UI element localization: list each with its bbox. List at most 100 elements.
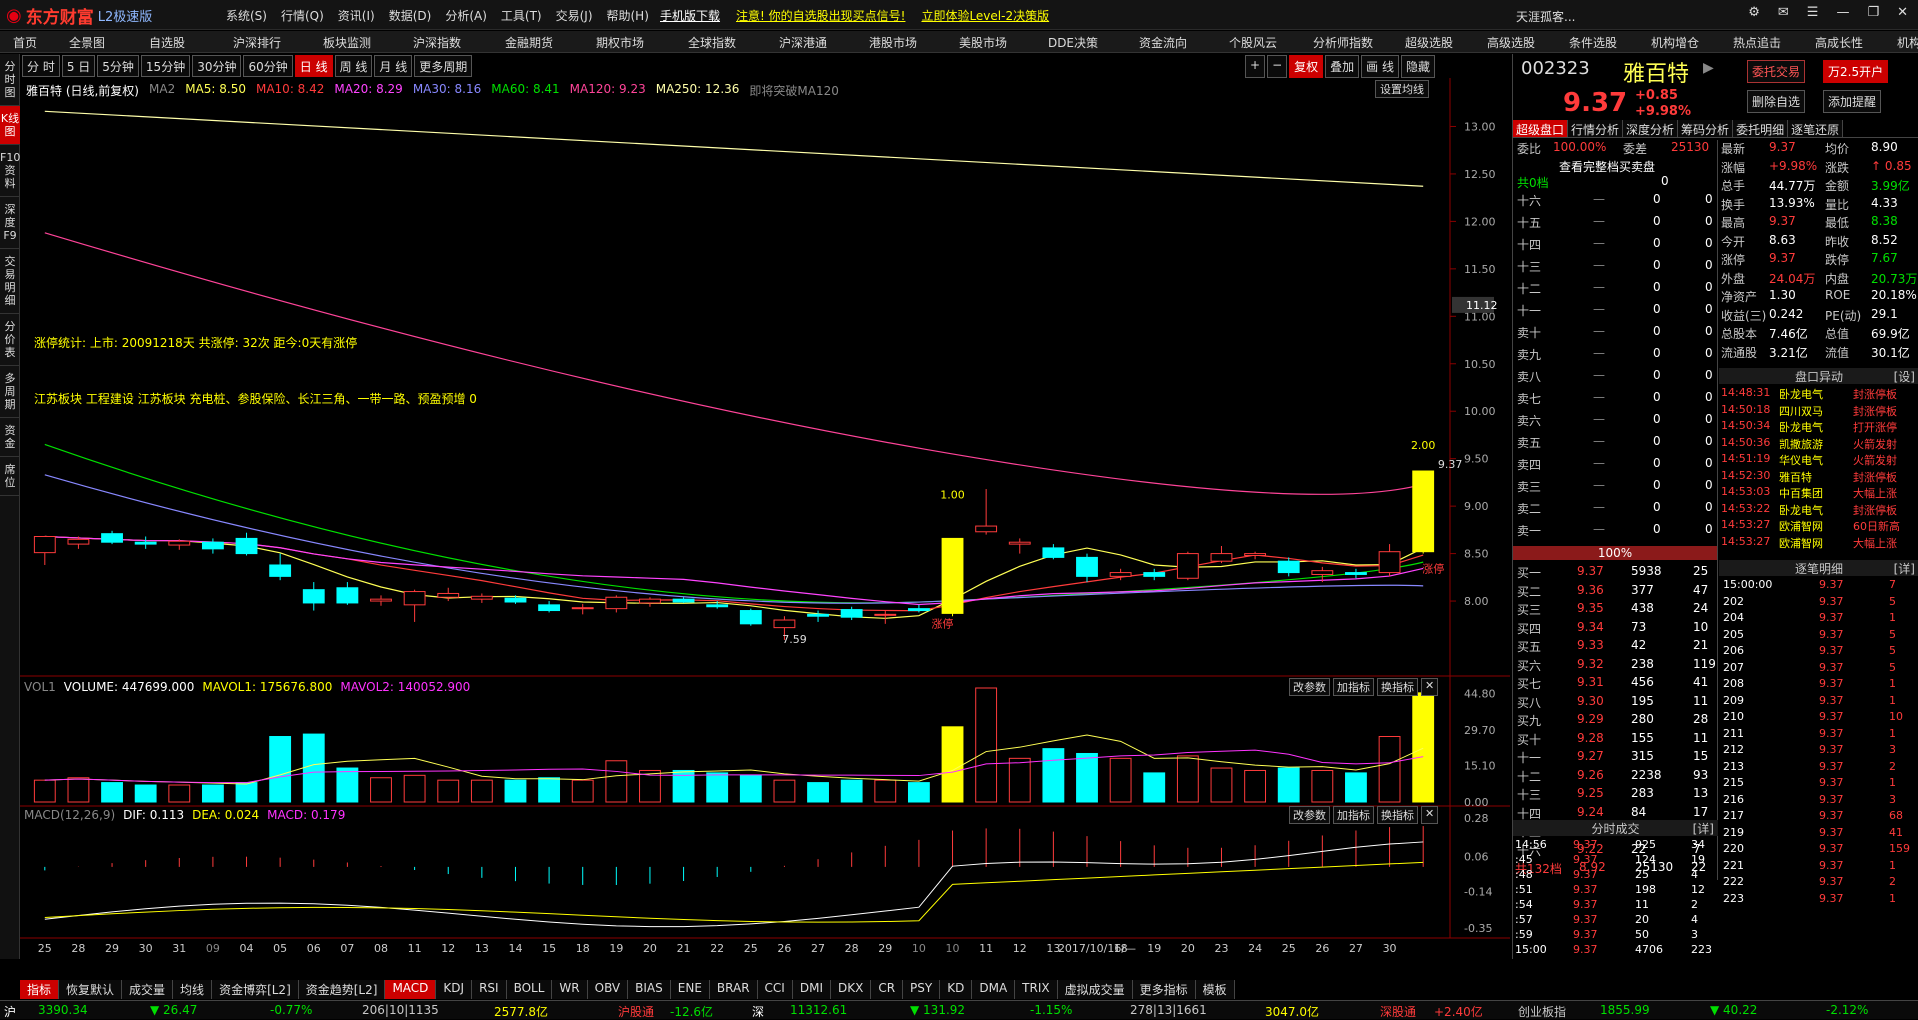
nav-item-5[interactable]: 沪深指数 <box>390 31 484 52</box>
nav-item-11[interactable]: 美股市场 <box>938 31 1028 52</box>
anomaly-settings-button[interactable]: [设] <box>1894 368 1915 385</box>
indicator-tab-23[interactable]: 虚拟成交量 <box>1057 980 1133 999</box>
indicator-tab-9[interactable]: BOLL <box>506 980 553 999</box>
mobile-download-link[interactable]: 手机版下载 <box>660 7 720 24</box>
nav-item-20[interactable]: 热点追击 <box>1716 31 1798 52</box>
macd-params-button[interactable]: 改参数 <box>1289 806 1330 824</box>
period-button-5[interactable]: 60分钟 <box>243 55 293 77</box>
tab-order-detail[interactable]: 委托明细 <box>1733 120 1789 137</box>
settings-icon[interactable]: ⚙ <box>1748 5 1760 20</box>
anomaly-stock[interactable]: 卧龙电气 <box>1779 502 1823 518</box>
vol-add-indicator-button[interactable]: 加指标 <box>1333 678 1374 696</box>
rail-tab-3[interactable]: 深度F9 <box>0 197 20 249</box>
menu-icon[interactable]: ☰ <box>1807 5 1819 20</box>
vol-close-icon[interactable]: ✕ <box>1421 678 1439 696</box>
full-book-link[interactable]: 查看完整档买卖盘 <box>1559 158 1655 175</box>
indicator-tab-7[interactable]: KDJ <box>436 980 473 999</box>
tab-tick-replay[interactable]: 逐笔还原 <box>1788 120 1844 137</box>
period-button-9[interactable]: 更多周期 <box>414 55 473 77</box>
rail-tab-0[interactable]: 分时图 <box>0 54 20 106</box>
macd-close-icon[interactable]: ✕ <box>1421 806 1439 824</box>
set-ma-button[interactable]: 设置均线 <box>1375 80 1429 98</box>
nav-item-3[interactable]: 沪深排行 <box>210 31 304 52</box>
vol-params-button[interactable]: 改参数 <box>1289 678 1330 696</box>
menu-trade[interactable]: 交易(J) <box>556 7 593 24</box>
rail-tab-5[interactable]: 分价表 <box>0 314 20 366</box>
nav-item-14[interactable]: 个股风云 <box>1208 31 1298 52</box>
nav-item-12[interactable]: DDE决策 <box>1028 31 1118 52</box>
minimize-icon[interactable]: — <box>1836 5 1849 20</box>
indicator-tab-3[interactable]: 均线 <box>173 980 213 999</box>
nav-item-17[interactable]: 高级选股 <box>1470 31 1552 52</box>
hide-button[interactable]: 隐藏 <box>1400 55 1435 78</box>
indicator-tab-16[interactable]: DMI <box>792 980 831 999</box>
rail-tab-2[interactable]: F10资料 <box>0 145 20 197</box>
indicator-tab-15[interactable]: CCI <box>757 980 793 999</box>
trade-button[interactable]: 委托交易 <box>1747 60 1806 83</box>
nav-item-7[interactable]: 期权市场 <box>574 31 666 52</box>
nav-item-8[interactable]: 全球指数 <box>666 31 758 52</box>
indicator-tab-21[interactable]: DMA <box>972 980 1016 999</box>
period-button-1[interactable]: 5 日 <box>61 55 96 77</box>
indicator-tab-2[interactable]: 成交量 <box>122 980 174 999</box>
rail-tab-8[interactable]: 席位 <box>0 457 20 496</box>
period-button-4[interactable]: 30分钟 <box>192 55 242 77</box>
tab-market-analysis[interactable]: 行情分析 <box>1568 120 1624 137</box>
nav-item-22[interactable]: 机构推荐 <box>1880 31 1918 52</box>
anomaly-stock[interactable]: 四川双马 <box>1779 403 1823 419</box>
vol-switch-indicator-button[interactable]: 换指标 <box>1377 678 1418 696</box>
period-button-6[interactable]: 日 线 <box>294 55 333 77</box>
nav-item-6[interactable]: 金融期货 <box>484 31 574 52</box>
indicator-tab-14[interactable]: BRAR <box>709 980 758 999</box>
indicator-tab-22[interactable]: TRIX <box>1015 980 1058 999</box>
signal-alert-link[interactable]: 注意! 你的自选股出现买点信号! <box>736 7 905 24</box>
indicator-tab-10[interactable]: WR <box>552 980 588 999</box>
menu-info[interactable]: 资讯(I) <box>338 7 375 24</box>
ticks-detail-button[interactable]: [详] <box>1894 560 1915 577</box>
nav-item-4[interactable]: 板块监测 <box>304 31 390 52</box>
indicator-tab-4[interactable]: 资金博弈[L2] <box>212 980 299 999</box>
anomaly-stock[interactable]: 卧龙电气 <box>1779 386 1823 402</box>
indicator-tab-19[interactable]: PSY <box>903 980 941 999</box>
nav-item-16[interactable]: 超级选股 <box>1388 31 1470 52</box>
mail-icon[interactable]: ✉ <box>1778 5 1789 20</box>
restore-icon[interactable]: ❐ <box>1867 5 1879 20</box>
next-stock-icon[interactable]: ▶ <box>1703 60 1714 76</box>
draw-button[interactable]: 画 线 <box>1361 55 1399 78</box>
zoom-in-button[interactable]: + <box>1245 55 1266 78</box>
indicator-tab-8[interactable]: RSI <box>472 980 507 999</box>
add-alert-button[interactable]: 添加提醒 <box>1823 90 1882 113</box>
anomaly-stock[interactable]: 凯撒旅游 <box>1779 436 1823 452</box>
zoom-out-button[interactable]: − <box>1267 55 1288 78</box>
indicator-tab-1[interactable]: 恢复默认 <box>59 980 123 999</box>
remove-watchlist-button[interactable]: 删除自选 <box>1747 90 1806 113</box>
menu-analysis[interactable]: 分析(A) <box>445 7 487 24</box>
menu-tools[interactable]: 工具(T) <box>501 7 542 24</box>
indicator-tab-11[interactable]: OBV <box>587 980 629 999</box>
user-name[interactable]: 天涯孤客... <box>1516 8 1575 25</box>
tab-deep-analysis[interactable]: 深度分析 <box>1623 120 1679 137</box>
period-button-0[interactable]: 分 时 <box>22 55 60 77</box>
indicator-tab-12[interactable]: BIAS <box>628 980 671 999</box>
nav-item-0[interactable]: 首页 <box>0 31 50 52</box>
indicator-tab-17[interactable]: DKX <box>830 980 872 999</box>
adjust-button[interactable]: 复权 <box>1289 55 1324 78</box>
tab-super-book[interactable]: 超级盘口 <box>1513 120 1569 137</box>
period-button-8[interactable]: 月 线 <box>374 55 413 77</box>
macd-add-indicator-button[interactable]: 加指标 <box>1333 806 1374 824</box>
level2-trial-link[interactable]: 立即体验Level-2决策版 <box>921 7 1049 24</box>
menu-quote[interactable]: 行情(Q) <box>281 7 324 24</box>
overlay-button[interactable]: 叠加 <box>1325 55 1360 78</box>
nav-item-21[interactable]: 高成长性 <box>1798 31 1880 52</box>
nav-item-9[interactable]: 沪深港通 <box>758 31 848 52</box>
nav-item-15[interactable]: 分析师指数 <box>1298 31 1388 52</box>
indicator-tab-18[interactable]: CR <box>871 980 904 999</box>
period-button-3[interactable]: 15分钟 <box>140 55 191 77</box>
indicator-tab-24[interactable]: 更多指标 <box>1132 980 1196 999</box>
nav-item-18[interactable]: 条件选股 <box>1552 31 1634 52</box>
anomaly-stock[interactable]: 中百集团 <box>1779 485 1823 501</box>
minute-detail-button[interactable]: [详] <box>1693 820 1714 837</box>
nav-item-10[interactable]: 港股市场 <box>848 31 938 52</box>
indicator-tab-13[interactable]: ENE <box>670 980 710 999</box>
anomaly-stock[interactable]: 欧浦智网 <box>1779 518 1823 534</box>
